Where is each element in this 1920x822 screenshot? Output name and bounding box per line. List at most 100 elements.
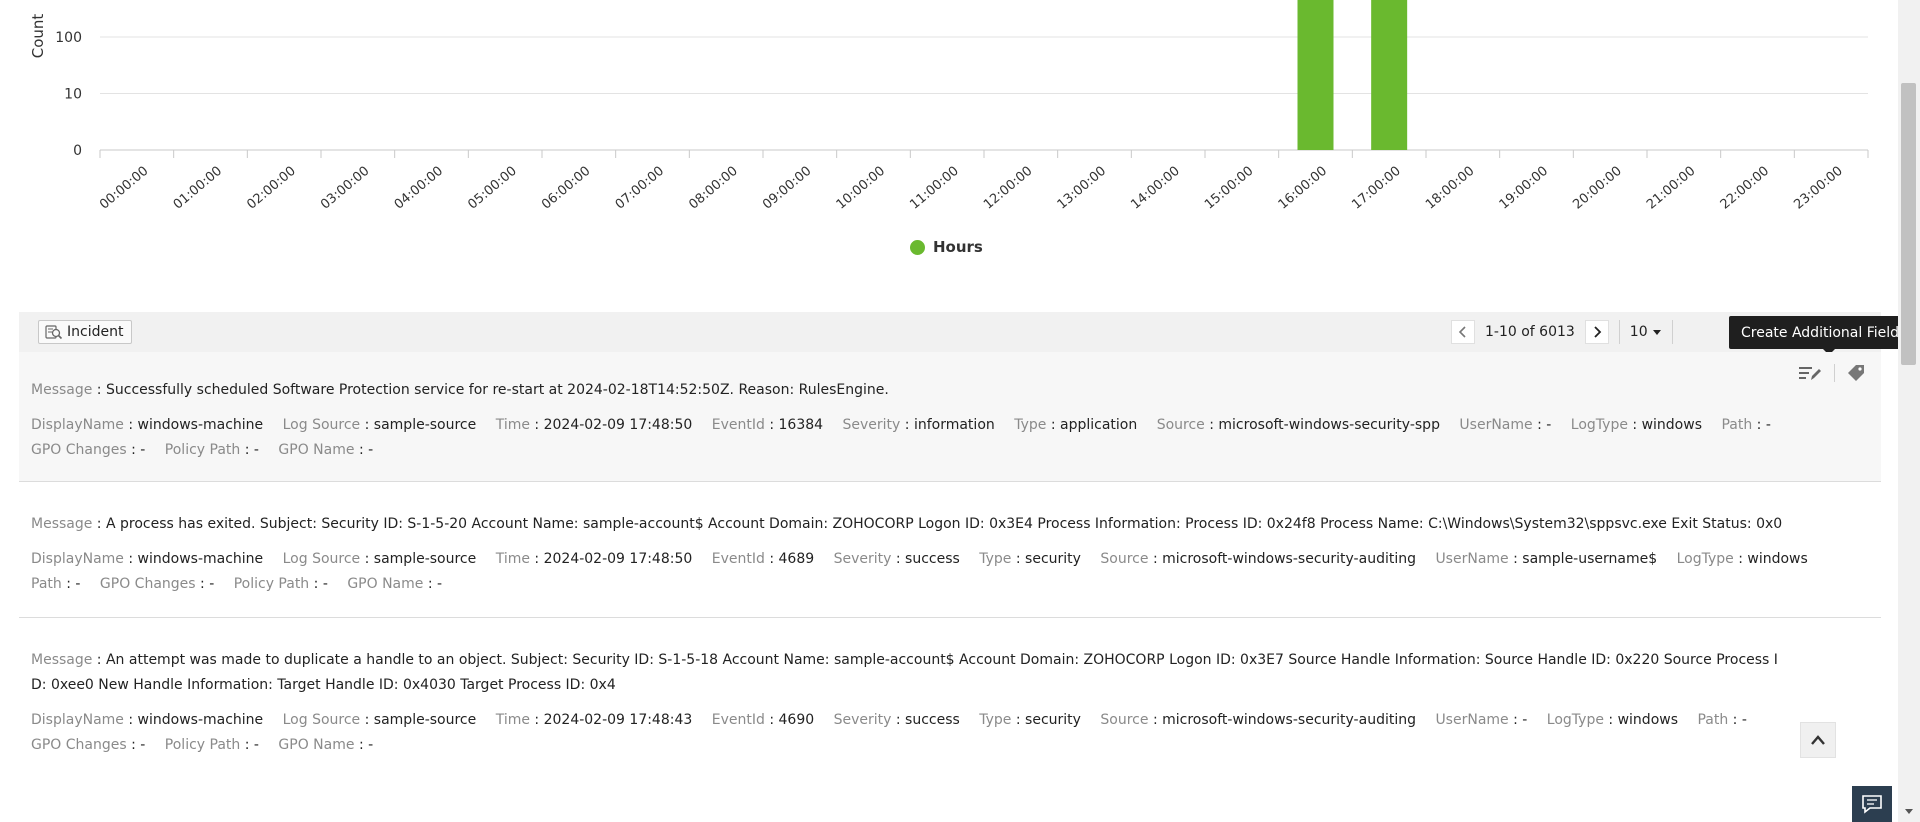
prev-page-button[interactable]: [1451, 320, 1475, 344]
log-field[interactable]: UserName : -: [1459, 417, 1551, 433]
chat-button[interactable]: [1852, 786, 1892, 822]
field-value: -: [253, 442, 259, 458]
field-label: UserName: [1435, 712, 1509, 728]
bar-16:00:00[interactable]: [1297, 0, 1334, 150]
x-tick-label: 16:00:00: [1276, 164, 1330, 213]
pager-divider-2: [1671, 320, 1673, 344]
x-tick-label: 10:00:00: [834, 164, 888, 213]
message-label: Message: [31, 652, 93, 668]
log-field[interactable]: Source : microsoft-windows-security-audi…: [1100, 712, 1416, 728]
x-tick-label: 14:00:00: [1128, 164, 1182, 213]
field-value: microsoft-windows-security-auditing: [1162, 551, 1416, 567]
message-text: An attempt was made to duplicate a handl…: [31, 652, 1778, 693]
log-entry[interactable]: Message : A process has exited. Subject:…: [19, 482, 1881, 618]
log-field[interactable]: DisplayName : windows-machine: [31, 417, 263, 433]
field-value: -: [140, 442, 146, 458]
log-field[interactable]: Type : security: [979, 712, 1081, 728]
field-value: microsoft-windows-security-spp: [1218, 417, 1440, 433]
field-value: -: [1765, 417, 1771, 433]
x-tick-label: 02:00:00: [244, 164, 298, 213]
log-field[interactable]: Severity : success: [834, 551, 960, 567]
log-field[interactable]: Type : security: [979, 551, 1081, 567]
log-field[interactable]: GPO Changes : -: [100, 576, 214, 592]
log-field[interactable]: UserName : sample-username$: [1435, 551, 1657, 567]
caret-down-icon: [1652, 330, 1661, 335]
log-field[interactable]: DisplayName : windows-machine: [31, 551, 263, 567]
log-field[interactable]: EventId : 4690: [712, 712, 814, 728]
next-page-button[interactable]: [1584, 320, 1609, 344]
legend-swatch-hours: [910, 239, 925, 255]
log-field[interactable]: GPO Name : -: [347, 576, 442, 592]
log-field[interactable]: GPO Name : -: [278, 737, 373, 753]
log-field[interactable]: LogType : windows: [1547, 712, 1678, 728]
log-entry[interactable]: Message : An attempt was made to duplica…: [19, 618, 1881, 778]
log-field[interactable]: Path : -: [1721, 417, 1770, 433]
bar-17:00:00[interactable]: [1371, 0, 1408, 150]
log-field[interactable]: EventId : 16384: [712, 417, 823, 433]
field-label: Source: [1100, 551, 1149, 567]
incident-button[interactable]: Incident: [38, 320, 133, 344]
log-field[interactable]: Source : microsoft-windows-security-spp: [1157, 417, 1440, 433]
field-label: Log Source: [282, 417, 361, 433]
edit-list-icon[interactable]: [1798, 364, 1822, 382]
log-entry[interactable]: Message : Successfully scheduled Softwar…: [19, 352, 1881, 482]
log-field[interactable]: Time : 2024-02-09 17:48:50: [496, 417, 693, 433]
log-field[interactable]: Time : 2024-02-09 17:48:43: [496, 712, 693, 728]
log-field[interactable]: Policy Path : -: [165, 442, 259, 458]
field-value: -: [322, 576, 328, 592]
tag-icon[interactable]: [1847, 364, 1865, 382]
field-value: 2024-02-09 17:48:50: [543, 417, 693, 433]
actions-divider: [1834, 364, 1835, 382]
log-field[interactable]: Policy Path : -: [234, 576, 328, 592]
x-tick-label: 17:00:00: [1349, 164, 1403, 213]
field-value: sample-source: [373, 712, 477, 728]
log-field[interactable]: UserName : -: [1435, 712, 1527, 728]
log-field[interactable]: Time : 2024-02-09 17:48:50: [496, 551, 693, 567]
back-to-top-button[interactable]: [1800, 722, 1836, 758]
y-axis-label: Count: [29, 14, 47, 59]
incident-label: Incident: [67, 324, 124, 340]
scroll-down-icon[interactable]: [1904, 808, 1914, 816]
log-field[interactable]: GPO Changes : -: [31, 442, 145, 458]
field-value: -: [1522, 712, 1528, 728]
log-field[interactable]: Policy Path : -: [165, 737, 259, 753]
log-field[interactable]: LogType : windows: [1677, 551, 1808, 567]
log-field[interactable]: EventId : 4689: [712, 551, 814, 567]
log-field[interactable]: Severity : information: [843, 417, 995, 433]
log-field[interactable]: Log Source : sample-source: [283, 712, 477, 728]
field-value: windows-machine: [137, 551, 264, 567]
x-tick-label: 15:00:00: [1202, 164, 1256, 213]
per-page-select[interactable]: 10: [1630, 324, 1662, 340]
field-value: -: [1741, 712, 1747, 728]
field-value: windows-machine: [137, 417, 264, 433]
log-field[interactable]: Log Source : sample-source: [283, 551, 477, 567]
x-tick-label: 12:00:00: [981, 164, 1035, 213]
field-label: GPO Name: [278, 442, 355, 458]
field-label: Path: [1721, 417, 1753, 433]
field-label: DisplayName: [31, 551, 124, 567]
field-value: application: [1060, 417, 1138, 433]
log-field[interactable]: GPO Changes : -: [31, 737, 145, 753]
field-label: Time: [495, 551, 530, 567]
field-label: UserName: [1459, 417, 1533, 433]
log-field[interactable]: Severity : success: [834, 712, 960, 728]
log-fields: DisplayName : windows-machine Log Source…: [31, 547, 1869, 597]
field-label: EventId: [711, 417, 765, 433]
field-value: sample-source: [373, 417, 477, 433]
log-field[interactable]: GPO Name : -: [278, 442, 373, 458]
scrollbar-thumb[interactable]: [1901, 83, 1916, 365]
page-scrollbar[interactable]: [1898, 0, 1920, 822]
field-label: Type: [979, 551, 1012, 567]
log-field[interactable]: Path : -: [1697, 712, 1746, 728]
log-field[interactable]: LogType : windows: [1571, 417, 1702, 433]
field-value: 16384: [778, 417, 824, 433]
log-field[interactable]: Type : application: [1014, 417, 1137, 433]
log-field[interactable]: Path : -: [31, 576, 80, 592]
field-value: information: [913, 417, 995, 433]
log-message: Message : A process has exited. Subject:…: [31, 516, 1783, 532]
log-field[interactable]: Log Source : sample-source: [283, 417, 477, 433]
chart-legend[interactable]: Hours: [910, 238, 983, 256]
field-label: GPO Changes: [99, 576, 196, 592]
log-field[interactable]: DisplayName : windows-machine: [31, 712, 263, 728]
log-field[interactable]: Source : microsoft-windows-security-audi…: [1100, 551, 1416, 567]
